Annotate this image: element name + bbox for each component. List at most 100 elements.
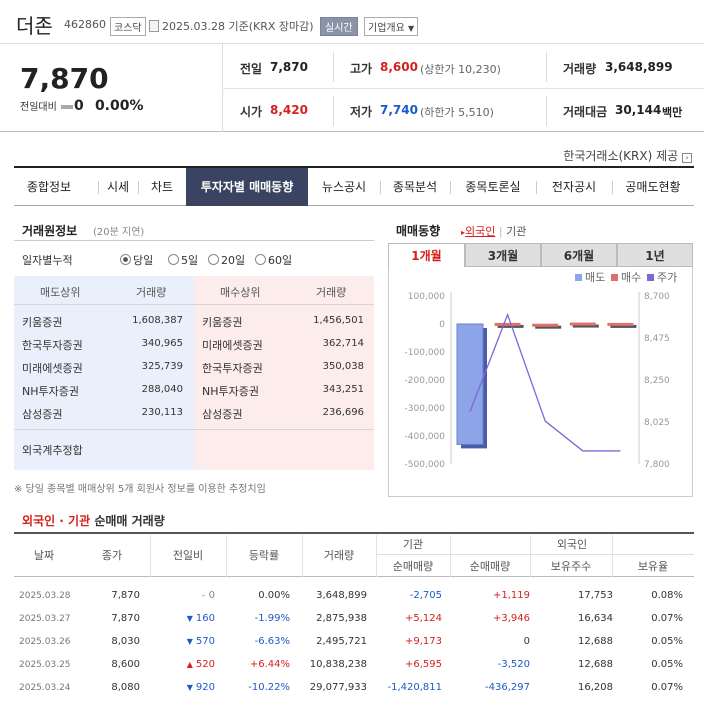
period-1y[interactable]: 1년 (617, 243, 693, 267)
divider (376, 554, 694, 555)
radio-today[interactable]: 당일 (120, 252, 153, 268)
up-arrow-icon: ▲ (186, 660, 193, 669)
buy-broker-name[interactable]: 한국투자증권 (202, 360, 263, 376)
foreign-ratio-header: 보유율 (637, 560, 669, 573)
period-1m[interactable]: 1개월 (388, 243, 465, 267)
row-change: ▼ 920 (187, 682, 215, 693)
sell-broker-name[interactable]: 미래에셋증권 (22, 360, 83, 376)
y-right-tick: 8,250 (644, 376, 670, 386)
divider (14, 304, 374, 305)
buy-broker-name[interactable]: 키움증권 (202, 314, 242, 330)
sell-broker-volume: 1,608,387 (132, 315, 183, 326)
buy-broker-volume: 350,038 (322, 361, 364, 372)
tab-short-selling[interactable]: 공매도현황 (612, 168, 694, 206)
row-date: 2025.03.26 (19, 637, 71, 647)
low-value: 7,740 (380, 103, 418, 117)
divider (14, 429, 374, 430)
row-inst-net: +5,124 (404, 613, 442, 624)
stock-code: 462860 (64, 18, 106, 31)
chevron-down-icon: ▼ (408, 24, 415, 33)
sell-broker-name[interactable]: NH투자증권 (22, 383, 79, 399)
radio-icon (208, 254, 219, 265)
buy-header: 매수상위 (220, 286, 261, 299)
buy-broker-volume: 362,714 (322, 338, 364, 349)
y-left-tick: 0 (439, 320, 445, 330)
buy-broker-volume: 1,456,501 (313, 315, 364, 326)
row-rate: +6.44% (249, 659, 290, 670)
period-3m[interactable]: 3개월 (465, 243, 541, 267)
lower-limit: (하한가 5,510) (420, 106, 494, 119)
buy-broker-name[interactable]: NH투자증권 (202, 383, 259, 399)
tab-quotes[interactable]: 시세 (98, 168, 138, 206)
change-value: 0 (74, 98, 84, 114)
inst-net-header: 순매매량 (392, 560, 434, 573)
radio-icon (168, 254, 179, 265)
broker-title: 거래원정보 (22, 224, 78, 238)
radio-5d[interactable]: 5일 (168, 252, 198, 268)
main-tabs: 종합정보 시세 차트 투자자별 매매동향 뉴스공시 종목분석 종목토론실 전자공… (14, 166, 694, 206)
tab-chart[interactable]: 차트 (138, 168, 186, 206)
radio-60d[interactable]: 60일 (255, 252, 292, 268)
row-volume: 3,648,899 (316, 590, 367, 601)
radio-20d[interactable]: 20일 (208, 252, 245, 268)
row-foreign-hold: 17,753 (578, 590, 613, 601)
company-overview-select[interactable]: 기업개요 ▼ (364, 17, 419, 36)
legend-swatch (575, 274, 582, 281)
row-foreign-ratio: 0.05% (651, 659, 683, 670)
sell-broker-volume: 325,739 (141, 361, 183, 372)
tab-investor-trend[interactable]: 투자자별 매매동향 (186, 168, 308, 206)
column-divider (226, 535, 227, 577)
row-change-value: 520 (195, 659, 215, 670)
row-foreign-net: -436,297 (485, 682, 530, 693)
filter-foreign[interactable]: 외국인 (465, 225, 495, 238)
sell-broker-name[interactable]: 삼성증권 (22, 406, 62, 422)
y-left-tick: -400,000 (405, 432, 446, 442)
row-volume: 2,495,721 (316, 636, 367, 647)
row-close: 8,600 (111, 659, 140, 670)
sell-broker-name[interactable]: 키움증권 (22, 314, 62, 330)
buy-broker-name[interactable]: 삼성증권 (202, 406, 242, 422)
divider (546, 52, 547, 82)
radio-label: 5일 (181, 254, 199, 267)
volume-value: 3,648,899 (605, 60, 673, 74)
table-title-suffix: 순매매 거래량 (94, 514, 165, 528)
tab-news[interactable]: 뉴스공시 (308, 168, 380, 206)
row-foreign-ratio: 0.05% (651, 636, 683, 647)
y-right-tick: 8,475 (644, 334, 670, 344)
tab-disclosure[interactable]: 전자공시 (536, 168, 612, 206)
realtime-button[interactable]: 실시간 (320, 17, 358, 36)
row-change-value: 160 (195, 613, 215, 624)
tab-overview[interactable]: 종합정보 (14, 168, 84, 206)
info-icon[interactable]: › (682, 153, 692, 163)
tab-analysis[interactable]: 종목분석 (380, 168, 450, 206)
buy-broker-name[interactable]: 미래에셋증권 (202, 337, 263, 353)
high-value: 8,600 (380, 60, 418, 74)
radio-checked-icon (120, 254, 131, 265)
period-6m[interactable]: 6개월 (541, 243, 617, 267)
tab-discussion[interactable]: 종목토론실 (450, 168, 536, 206)
divider (222, 88, 704, 89)
row-foreign-ratio: 0.08% (651, 590, 683, 601)
down-arrow-icon: ▼ (186, 637, 193, 646)
row-change: ▲ 520 (187, 659, 215, 670)
prev-label: 전일 (240, 62, 263, 76)
row-date: 2025.03.24 (19, 683, 71, 693)
sell-broker-name[interactable]: 한국투자증권 (22, 337, 83, 353)
filter-institution[interactable]: 기관 (506, 225, 526, 238)
amount-label: 거래대금 (563, 105, 608, 119)
buy-broker-volume: 343,251 (322, 384, 364, 395)
row-foreign-hold: 12,688 (578, 659, 613, 670)
flat-icon (61, 105, 73, 109)
buy-vol-header: 거래량 (316, 286, 347, 299)
sell-header: 매도상위 (40, 286, 81, 299)
down-arrow-icon: ▼ (186, 683, 193, 692)
krx-provider: 한국거래소(KRX) 제공 › (563, 147, 692, 164)
y-left-tick: -500,000 (405, 460, 446, 470)
amount-value: 30,144 (615, 103, 662, 117)
row-date: 2025.03.27 (19, 614, 71, 624)
stock-name: 더존 (16, 14, 53, 38)
row-change-value: 570 (195, 636, 215, 647)
table-title-prefix: 외국인 · 기관 (22, 514, 91, 528)
row-rate: -6.63% (254, 636, 290, 647)
row-close: 8,030 (111, 636, 140, 647)
